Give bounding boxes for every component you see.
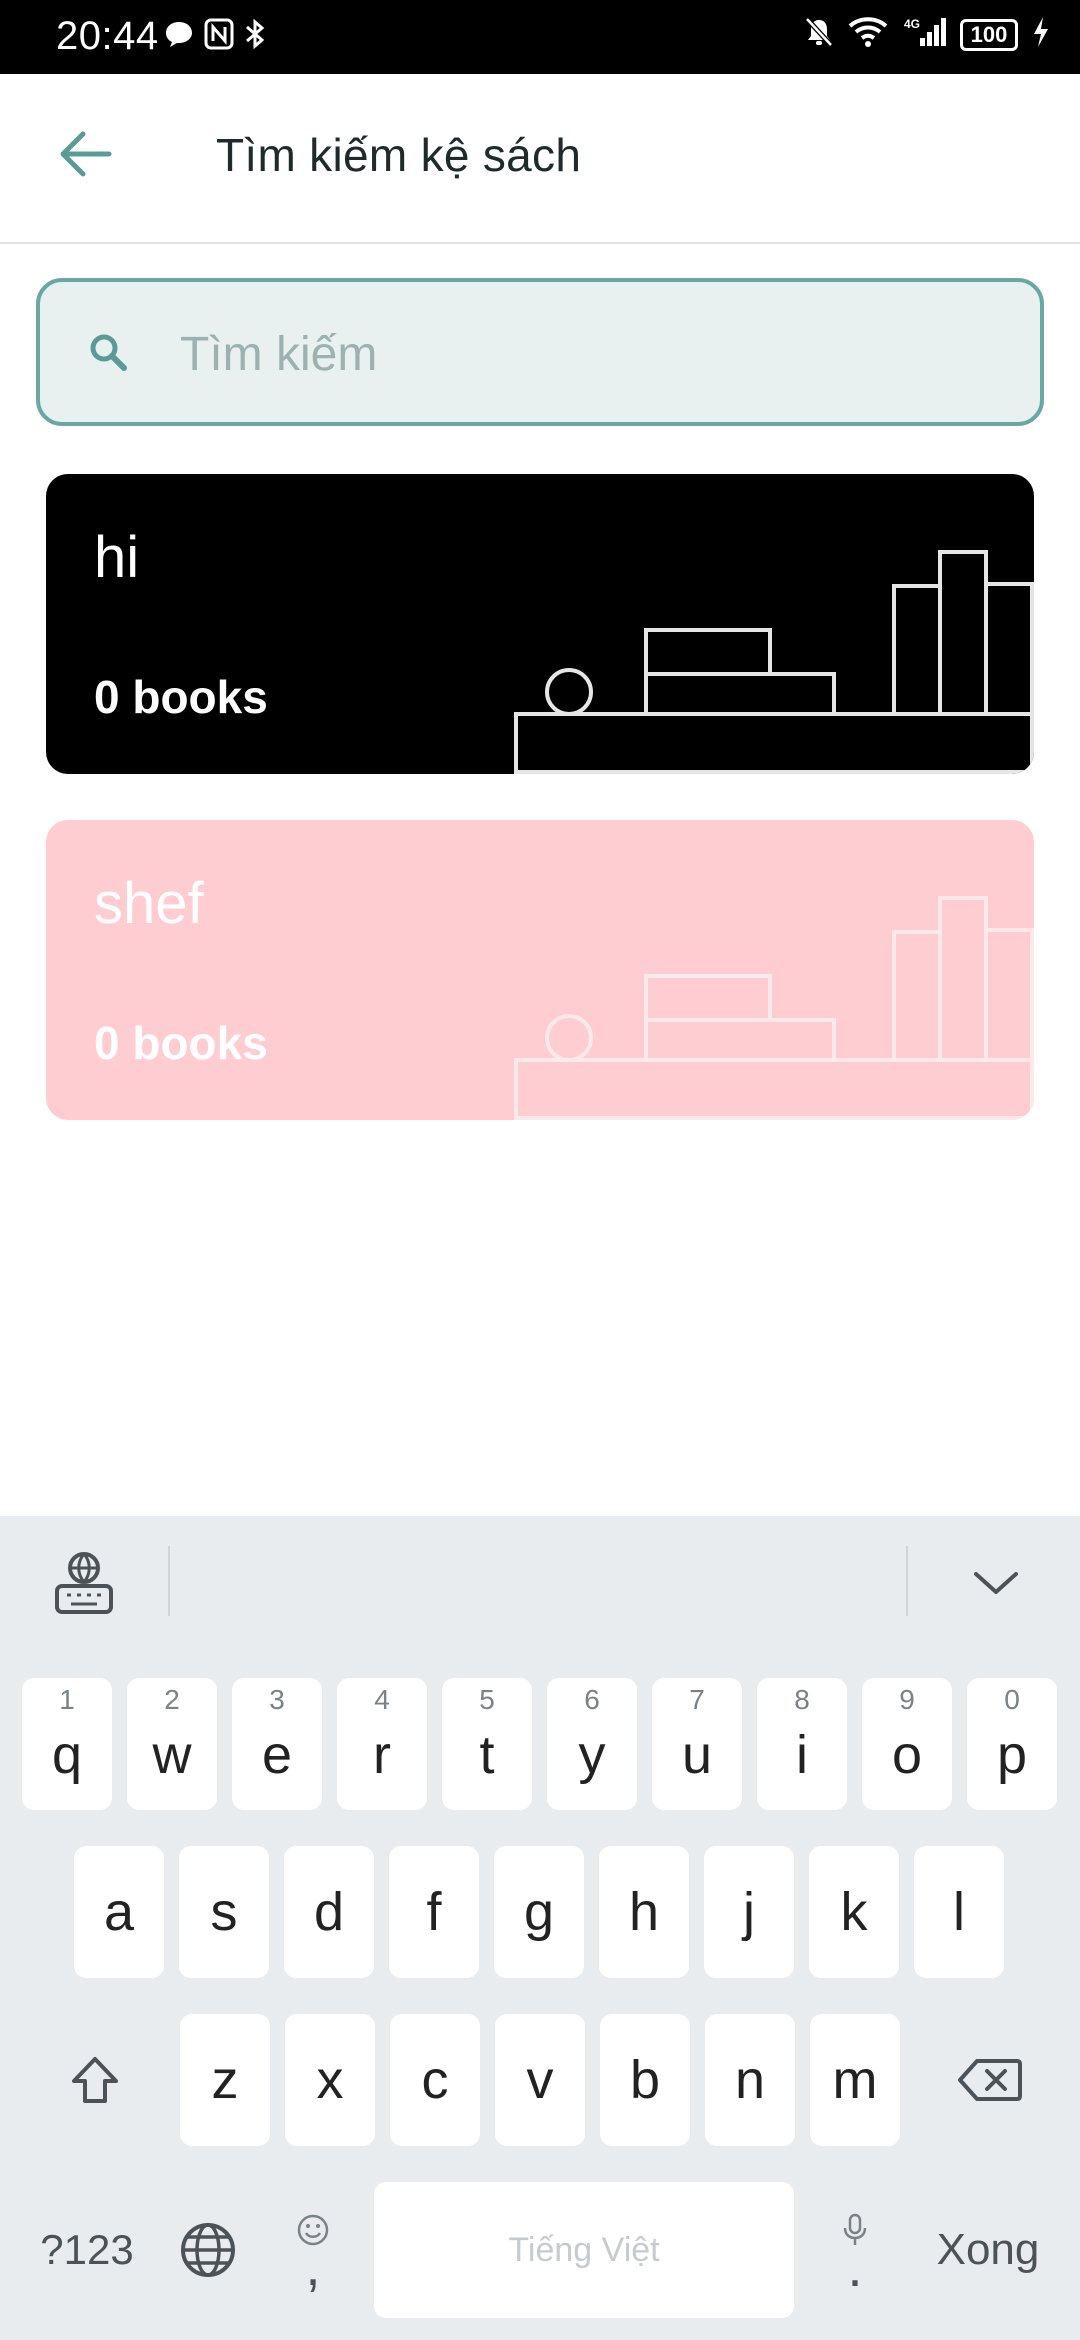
- keyboard-toolbar: [0, 1516, 1080, 1648]
- network-type-label: 4G: [904, 17, 920, 31]
- shelf-book-count: 0 books: [94, 1017, 268, 1069]
- key-label: i: [796, 1725, 808, 1785]
- bell-muted-icon: [804, 16, 834, 53]
- status-bar: 20:44 4G 100: [0, 0, 1080, 74]
- key-x[interactable]: x: [285, 2014, 375, 2146]
- key-label: t: [479, 1725, 495, 1785]
- bookshelf-illustration: [514, 550, 1034, 774]
- key-r[interactable]: 4r: [337, 1678, 427, 1810]
- key-q[interactable]: 1q: [22, 1678, 112, 1810]
- key-w[interactable]: 2w: [127, 1678, 217, 1810]
- key-number-hint: 2: [164, 1684, 180, 1715]
- backspace-icon: [958, 2059, 1022, 2101]
- key-number-hint: 4: [374, 1684, 390, 1715]
- period-label: .: [847, 2238, 863, 2298]
- space-bar[interactable]: Tiếng Việt: [374, 2182, 794, 2318]
- key-m[interactable]: m: [810, 2014, 900, 2146]
- key-number-hint: 8: [794, 1684, 810, 1715]
- key-u[interactable]: 7u: [652, 1678, 742, 1810]
- key-label: u: [681, 1725, 713, 1785]
- globe-icon: [181, 2223, 235, 2277]
- key-number-hint: 9: [899, 1684, 915, 1715]
- key-t[interactable]: 5t: [442, 1678, 532, 1810]
- status-right-icons: 4G 100: [804, 16, 1050, 53]
- page-title: Tìm kiếm kệ sách: [216, 129, 582, 181]
- key-number-hint: 0: [1004, 1684, 1020, 1715]
- search-bar[interactable]: [36, 278, 1044, 426]
- key-l[interactable]: l: [914, 1846, 1004, 1978]
- key-label: y: [578, 1725, 606, 1785]
- key-i[interactable]: 8i: [757, 1678, 847, 1810]
- status-time: 20:44: [56, 14, 159, 58]
- back-button[interactable]: [40, 114, 130, 194]
- search-input[interactable]: [180, 312, 980, 396]
- keyboard-globe-icon: [55, 1552, 113, 1614]
- symbols-key[interactable]: ?123: [22, 2182, 152, 2318]
- backspace-key[interactable]: [940, 2014, 1040, 2146]
- period-key[interactable]: .: [810, 2182, 900, 2318]
- key-o[interactable]: 9o: [862, 1678, 952, 1810]
- key-label: w: [152, 1725, 192, 1785]
- cellular-signal-icon: 4G: [902, 16, 946, 53]
- toolbar-divider: [168, 1546, 170, 1616]
- shelf-card[interactable]: hi 0 books: [46, 474, 1034, 774]
- app-bar: Tìm kiếm kệ sách: [0, 74, 1080, 244]
- key-label: e: [261, 1725, 293, 1785]
- shift-key[interactable]: [50, 2014, 140, 2146]
- shift-arrow-icon: [72, 2057, 118, 2103]
- shelf-name: shef: [94, 871, 204, 936]
- key-number-hint: 6: [584, 1684, 600, 1715]
- charging-bolt-icon: [1032, 16, 1050, 53]
- key-number-hint: 3: [269, 1684, 285, 1715]
- key-h[interactable]: h: [599, 1846, 689, 1978]
- key-v[interactable]: v: [495, 2014, 585, 2146]
- wifi-icon: [848, 16, 888, 53]
- comma-label: ,: [305, 2237, 321, 2297]
- key-number-hint: 5: [479, 1684, 495, 1715]
- on-screen-keyboard: 1q 2w 3e 4r 5t 6y 7u 8i 9o 0p a s d f g …: [0, 1516, 1080, 2340]
- key-p[interactable]: 0p: [967, 1678, 1057, 1810]
- key-f[interactable]: f: [389, 1846, 479, 1978]
- toolbar-divider: [906, 1546, 908, 1616]
- key-number-hint: 7: [689, 1684, 705, 1715]
- battery-indicator: 100: [960, 18, 1018, 51]
- key-j[interactable]: j: [704, 1846, 794, 1978]
- key-k[interactable]: k: [809, 1846, 899, 1978]
- language-switch-key[interactable]: [168, 2182, 248, 2318]
- key-label: q: [51, 1725, 83, 1785]
- key-n[interactable]: n: [705, 2014, 795, 2146]
- shelf-name: hi: [94, 525, 140, 590]
- search-icon: [90, 334, 127, 371]
- key-label: r: [373, 1725, 391, 1785]
- hide-keyboard-button[interactable]: [956, 1548, 1036, 1618]
- key-z[interactable]: z: [180, 2014, 270, 2146]
- key-c[interactable]: c: [390, 2014, 480, 2146]
- key-g[interactable]: g: [494, 1846, 584, 1978]
- nfc-icon: [204, 18, 234, 55]
- key-label: p: [996, 1725, 1028, 1785]
- key-e[interactable]: 3e: [232, 1678, 322, 1810]
- arrow-left-icon: [60, 131, 112, 177]
- key-b[interactable]: b: [600, 2014, 690, 2146]
- done-key[interactable]: Xong: [918, 2182, 1058, 2318]
- key-d[interactable]: d: [284, 1846, 374, 1978]
- key-y[interactable]: 6y: [547, 1678, 637, 1810]
- chevron-down-icon: [974, 1572, 1018, 1594]
- status-left-icons: [164, 18, 266, 55]
- chat-bubble-icon: [164, 19, 194, 54]
- comma-key[interactable]: ,: [268, 2182, 358, 2318]
- key-number-hint: 1: [59, 1684, 75, 1715]
- shelf-card[interactable]: shef 0 books: [46, 820, 1034, 1120]
- key-label: o: [891, 1725, 923, 1785]
- key-s[interactable]: s: [179, 1846, 269, 1978]
- bluetooth-icon: [244, 18, 266, 55]
- key-a[interactable]: a: [74, 1846, 164, 1978]
- bookshelf-illustration: [514, 896, 1034, 1120]
- keyboard-settings-button[interactable]: [44, 1548, 124, 1618]
- shelf-book-count: 0 books: [94, 671, 268, 723]
